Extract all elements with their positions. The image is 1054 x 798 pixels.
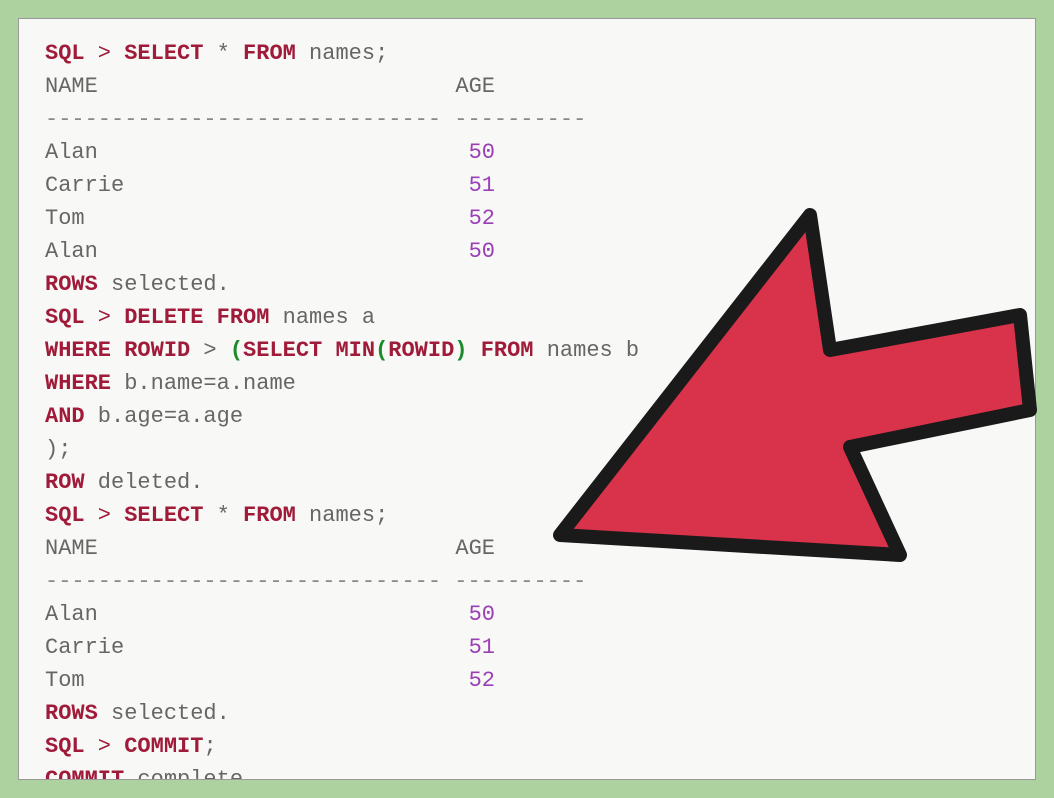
cell-name: Tom	[45, 202, 435, 235]
header-row-1: NAMEAGE	[45, 70, 1009, 103]
kw-select: SELECT	[243, 338, 322, 363]
kw-and: AND	[45, 404, 85, 429]
gt: >	[190, 338, 230, 363]
divider-1: ------------------------------ ---------…	[45, 103, 1009, 136]
table-row: Alan50	[45, 235, 1009, 268]
prompt-sep: >	[85, 503, 125, 528]
table-row: Tom52	[45, 664, 1009, 697]
header-row-2: NAMEAGE	[45, 532, 1009, 565]
space	[230, 503, 243, 528]
prompt-sep: >	[85, 41, 125, 66]
col-name: NAME	[45, 532, 435, 565]
rows-selected-1: ROWS selected.	[45, 268, 1009, 301]
prompt-sep: >	[85, 305, 125, 330]
cell-age: 52	[435, 664, 495, 697]
paren-open: (	[230, 338, 243, 363]
cmd-where-1: WHERE ROWID > (SELECT MIN(ROWID) FROM na…	[45, 334, 1009, 367]
space	[203, 503, 216, 528]
kw-from: FROM	[243, 503, 296, 528]
prompt: SQL	[45, 41, 85, 66]
deleted-text: deleted.	[85, 470, 204, 495]
star: *	[217, 41, 230, 66]
kw-commit: COMMIT	[45, 767, 124, 780]
cmd-where-2: WHERE b.name=a.name	[45, 367, 1009, 400]
cell-age: 51	[435, 169, 495, 202]
commit-complete: COMMIT complete.	[45, 763, 1009, 780]
prompt-sep: >	[85, 734, 125, 759]
cmd-delete: SQL > DELETE FROM names a	[45, 301, 1009, 334]
table-row: Alan50	[45, 136, 1009, 169]
table-row: Alan50	[45, 598, 1009, 631]
close-stmt: );	[45, 433, 1009, 466]
tbl-names: names;	[296, 41, 388, 66]
cell-name: Alan	[45, 136, 435, 169]
table-row: Tom52	[45, 202, 1009, 235]
semi: ;	[203, 734, 216, 759]
kw-where: WHERE	[45, 371, 111, 396]
cmd-select-2: SQL > SELECT * FROM names;	[45, 499, 1009, 532]
paren-close: )	[454, 338, 467, 363]
tbl-names: names;	[296, 503, 388, 528]
bage: b.age=a.age	[85, 404, 243, 429]
cell-age: 50	[435, 136, 495, 169]
paren-open: (	[375, 338, 388, 363]
names-b: names b	[534, 338, 640, 363]
cell-age: 50	[435, 235, 495, 268]
kw-rowid: ROWID	[124, 338, 190, 363]
table-row: Carrie51	[45, 169, 1009, 202]
cmd-and: AND b.age=a.age	[45, 400, 1009, 433]
cell-name: Carrie	[45, 631, 435, 664]
col-age: AGE	[435, 532, 495, 565]
space	[111, 338, 124, 363]
sql-terminal: SQL > SELECT * FROM names;NAMEAGE-------…	[18, 18, 1036, 780]
cell-age: 51	[435, 631, 495, 664]
space	[322, 338, 335, 363]
divider-2: ------------------------------ ---------…	[45, 565, 1009, 598]
cell-name: Alan	[45, 598, 435, 631]
col-age: AGE	[435, 70, 495, 103]
kw-from: FROM	[243, 41, 296, 66]
kw-from: FROM	[481, 338, 534, 363]
col-name: NAME	[45, 70, 435, 103]
cell-name: Alan	[45, 235, 435, 268]
kw-rowid: ROWID	[388, 338, 454, 363]
prompt: SQL	[45, 305, 85, 330]
complete-text: complete.	[124, 767, 256, 780]
cell-name: Tom	[45, 664, 435, 697]
kw-rows: ROWS	[45, 272, 98, 297]
cell-age: 52	[435, 202, 495, 235]
cmd-select-1: SQL > SELECT * FROM names;	[45, 37, 1009, 70]
kw-commit: COMMIT	[124, 734, 203, 759]
row-deleted: ROW deleted.	[45, 466, 1009, 499]
space	[468, 338, 481, 363]
space	[230, 41, 243, 66]
prompt: SQL	[45, 503, 85, 528]
bname: b.name=a.name	[111, 371, 296, 396]
star: *	[217, 503, 230, 528]
names-a: names a	[269, 305, 375, 330]
kw-from: FROM	[217, 305, 270, 330]
kw-select: SELECT	[124, 503, 203, 528]
cell-name: Carrie	[45, 169, 435, 202]
kw-delete: DELETE	[124, 305, 203, 330]
kw-min: MIN	[335, 338, 375, 363]
selected-text: selected.	[98, 701, 230, 726]
selected-text: selected.	[98, 272, 230, 297]
rows-selected-2: ROWS selected.	[45, 697, 1009, 730]
kw-where: WHERE	[45, 338, 111, 363]
prompt: SQL	[45, 734, 85, 759]
table-row: Carrie51	[45, 631, 1009, 664]
kw-select: SELECT	[124, 41, 203, 66]
cell-age: 50	[435, 598, 495, 631]
kw-rows: ROWS	[45, 701, 98, 726]
cmd-commit: SQL > COMMIT;	[45, 730, 1009, 763]
space	[203, 305, 216, 330]
space	[203, 41, 216, 66]
kw-row: ROW	[45, 470, 85, 495]
